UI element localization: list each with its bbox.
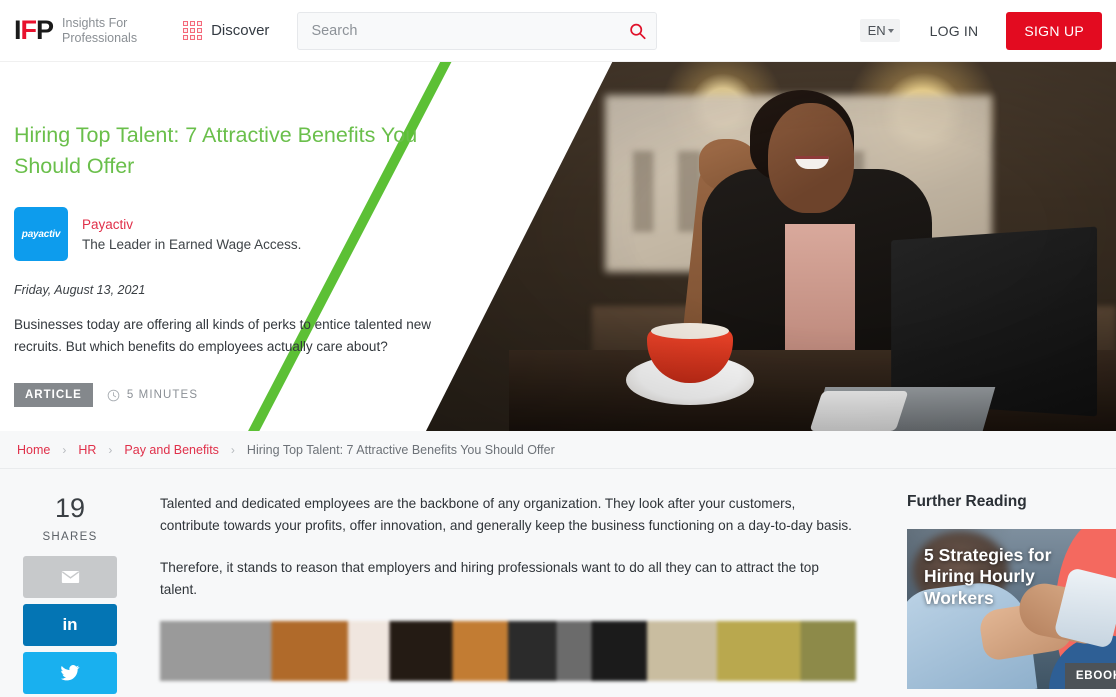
search-icon [630,23,647,39]
breadcrumb-item-pay-and-benefits[interactable]: Pay and Benefits [124,443,219,457]
byline-text: Payactiv The Leader in Earned Wage Acces… [82,217,301,252]
search-button[interactable] [627,20,648,41]
linkedin-icon: in [62,615,78,634]
chevron-right-icon: › [108,442,113,457]
sponsor-logo[interactable]: payactiv [14,207,68,262]
search-input[interactable] [298,12,657,49]
article-paragraph: Talented and dedicated employees are the… [160,496,852,534]
further-reading-card-headline: 5 Strategies for Hiring Hourly Workers [924,545,1052,608]
chevron-down-icon [887,28,894,33]
publish-date: Friday, August 13, 2021 [14,283,146,298]
ebook-badge: EBOOK [1064,663,1116,689]
site-header: IFP Insights For Professionals Discover … [0,0,1116,62]
article-inline-image [160,621,856,682]
share-sidebar: 19 SHARES in [0,469,140,697]
sponsor-tagline: The Leader in Earned Wage Access. [82,236,302,252]
share-count-label: SHARES [42,531,98,543]
search-box[interactable] [297,11,658,50]
page-title[interactable]: Hiring Top Talent: 7 Attractive Benefits… [14,120,434,181]
twitter-icon [60,665,80,681]
breadcrumb-item-home[interactable]: Home [17,443,50,457]
read-time-label: 5 MINUTES [126,389,199,402]
hero-image [426,62,1116,431]
chevron-right-icon: › [62,442,67,457]
further-reading-sidebar: Further Reading 5 Strategies for Hiring … [890,469,1116,697]
share-email-button[interactable] [23,556,117,598]
share-count: 19 [54,493,86,523]
further-reading-card[interactable]: 5 Strategies for Hiring Hourly Workers E… [907,529,1116,689]
hero-content: Hiring Top Talent: 7 Attractive Benefits… [14,120,434,408]
logo-wordmark-line2: Professionals [62,30,138,45]
further-reading-title: Further Reading [907,493,1027,510]
breadcrumb-item-current: Hiring Top Talent: 7 Attractive Benefits… [246,442,555,457]
site-logo[interactable]: IFP Insights For Professionals [14,16,137,46]
language-selector[interactable]: EN [859,19,900,42]
grid-icon [183,21,203,40]
byline: payactiv Payactiv The Leader in Earned W… [14,207,434,262]
article-body: Talented and dedicated employees are the… [140,469,890,697]
clock-icon [107,389,120,402]
language-label: EN [867,23,886,38]
article-paragraph: Therefore, it stands to reason that empl… [160,560,819,598]
sponsor-logo-text: payactiv [21,228,61,240]
logo-wordmark: Insights For Professionals [62,16,137,46]
logo-mark: IFP [14,15,54,45]
breadcrumb: Home › HR › Pay and Benefits › Hiring To… [0,431,1116,469]
content-type-badge: ARTICLE [14,383,93,408]
breadcrumb-item-hr[interactable]: HR [78,443,96,457]
discover-label: Discover [211,22,270,39]
read-time: 5 MINUTES [107,389,198,402]
article-meta: ARTICLE 5 MINUTES [14,383,434,408]
header-actions: EN LOG IN SIGN UP [859,11,1102,50]
logo-wordmark-line1: Insights For [62,15,128,30]
discover-nav-item[interactable]: Discover [183,21,269,40]
sponsor-name[interactable]: Payactiv [82,217,301,232]
logo-letter-p: P [36,15,54,45]
page-body: 19 SHARES in Talented and dedicated empl… [0,469,1116,697]
login-link[interactable]: LOG IN [930,23,979,39]
share-twitter-button[interactable] [23,652,117,694]
article-summary: Businesses today are offering all kinds … [14,317,431,354]
share-linkedin-button[interactable]: in [23,604,117,646]
logo-letter-f: F [20,15,37,45]
signup-button[interactable]: SIGN UP [1006,11,1102,50]
chevron-right-icon: › [230,442,235,457]
hero-section: Hiring Top Talent: 7 Attractive Benefits… [0,62,1116,431]
envelope-icon [61,570,79,584]
